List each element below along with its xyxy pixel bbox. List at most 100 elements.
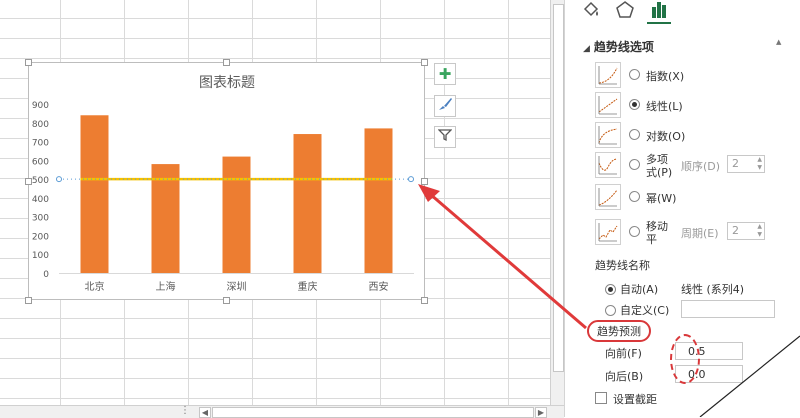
bar[interactable] [222,156,251,273]
y-tick-label: 200 [32,232,49,242]
option-exponential[interactable]: 指数(X) [595,62,775,90]
polynomial-trend-icon [595,152,621,178]
radio-name-custom[interactable] [605,305,616,316]
linear-trend-icon [595,92,621,118]
radio-power[interactable] [629,191,640,202]
paint-bucket-icon[interactable] [581,0,601,25]
x-tick-label: 深圳 [227,281,247,293]
chart-title[interactable]: 图表标题 [199,75,255,91]
x-tick-label: 重庆 [298,280,318,293]
trendline-handle[interactable] [408,176,414,183]
plus-icon[interactable]: ✚ [434,63,456,85]
set-intercept-option[interactable]: 设置截距 [595,391,657,407]
option-moving-average[interactable]: 移动 平 周期(E) 2 ▲ ▼ [595,219,775,247]
scroll-up-icon[interactable]: ▲ [776,38,781,46]
y-tick-label: 0 [43,270,49,280]
resize-handle[interactable] [421,297,428,304]
y-tick-label: 400 [32,195,49,205]
option-polynomial[interactable]: 多项 式(P) 顺序(D) 2 ▲ ▼ [595,152,775,180]
chart-area[interactable]: 图表标题 900 800 700 600 500 400 300 200 100 0 北京 上海 深圳… [28,62,425,300]
x-tick-label: 西安 [369,280,389,293]
forward-label: 向前(F) [605,347,642,360]
section-title-label: 趋势线选项 [593,40,654,54]
spinner-arrows-icon[interactable]: ▲ ▼ [757,223,762,239]
name-custom-label: 自定义(C) [620,304,670,317]
pentagon-icon[interactable] [615,0,635,25]
option-label: 幂(W) [646,192,677,205]
order-label: 顺序(D) [681,160,721,173]
option-logarithmic[interactable]: 对数(O) [595,122,775,150]
option-label: 指数(X) [646,70,685,83]
bar[interactable] [151,164,180,273]
brush-icon[interactable] [434,95,456,117]
period-value: 2 [732,224,739,237]
panel-scrollbar[interactable]: ▲ [775,36,785,336]
y-tick-label: 500 [32,176,49,186]
order-spinner[interactable]: 2 ▲ ▼ [727,155,765,173]
radio-linear[interactable] [629,99,640,110]
radio-polynomial[interactable] [629,159,640,170]
scroll-right-icon[interactable]: ▶ [535,407,547,418]
radio-name-auto[interactable] [605,284,616,295]
radio-moving-average[interactable] [629,226,640,237]
option-label: 对数(O) [646,130,686,143]
option-power[interactable]: 幂(W) [595,184,775,212]
spinner-arrows-icon[interactable]: ▲ ▼ [757,156,762,172]
active-tab-indicator [647,22,671,24]
set-intercept-checkbox[interactable] [595,392,607,404]
resize-handle[interactable] [223,59,230,66]
y-tick-label: 600 [32,157,49,167]
moving-average-trend-icon [595,219,621,245]
set-intercept-label: 设置截距 [613,393,657,406]
y-tick-label: 100 [32,251,49,261]
auto-name-value: 线性 (系列4) [681,283,745,296]
option-linear[interactable]: 线性(L) [595,92,775,120]
format-trendline-panel: ▲ ◢ 趋势线选项 指数(X) 线性(L) 对数(O) 多项 式(P) 顺序(D) [564,0,800,417]
name-auto-option[interactable]: 自动(A) [605,281,658,297]
y-tick-label: 300 [32,214,49,224]
y-tick-label: 700 [32,139,49,149]
option-label-line2: 式(P) [646,166,673,179]
y-tick-label: 900 [32,101,49,111]
radio-logarithmic[interactable] [629,129,640,140]
forecast-title: 趋势预测 [587,320,651,342]
radio-exponential[interactable] [629,69,640,80]
trendline-handle[interactable] [56,176,62,183]
vertical-scrollbar[interactable] [550,0,565,405]
custom-name-input[interactable] [681,300,775,318]
period-label: 周期(E) [681,227,719,240]
period-spinner[interactable]: 2 ▲ ▼ [727,222,765,240]
section-header-trendline-options[interactable]: ◢ 趋势线选项 [583,38,654,55]
scroll-left-icon[interactable]: ◀ [199,407,211,418]
resize-handle[interactable] [421,178,428,185]
option-label-line2: 平 [646,233,657,246]
resize-handle[interactable] [223,297,230,304]
power-trend-icon [595,184,621,210]
resize-handle[interactable] [25,178,32,185]
highlight-circle [670,334,700,384]
resize-handle[interactable] [25,297,32,304]
option-label: 线性(L) [646,100,683,113]
resize-handle[interactable] [421,59,428,66]
exponential-trend-icon [595,62,621,88]
order-value: 2 [732,157,739,170]
x-tick-label: 上海 [156,280,176,293]
vertical-scroll-thumb[interactable] [553,4,564,372]
y-tick-label: 800 [32,120,49,130]
backward-label: 向后(B) [605,370,644,383]
horizontal-scroll-thumb[interactable] [212,407,534,418]
bar[interactable] [293,134,322,273]
bar[interactable] [364,128,393,273]
chart-svg: 图表标题 900 800 700 600 500 400 300 200 100 0 北京 上海 深圳… [32,75,414,293]
sheet-tab-splitter[interactable]: ⋮ [180,405,190,416]
name-custom-option[interactable]: 自定义(C) [605,302,669,318]
collapse-triangle-icon: ◢ [583,44,590,54]
x-tick-label: 北京 [85,280,105,293]
resize-handle[interactable] [25,59,32,66]
filter-icon[interactable] [434,126,456,148]
name-auto-label: 自动(A) [620,283,659,296]
horizontal-scrollbar[interactable]: ⋮ ◀ ▶ [0,405,564,418]
bar[interactable] [80,115,109,273]
logarithmic-trend-icon [595,122,621,148]
trendline-name-title: 趋势线名称 [595,259,650,272]
